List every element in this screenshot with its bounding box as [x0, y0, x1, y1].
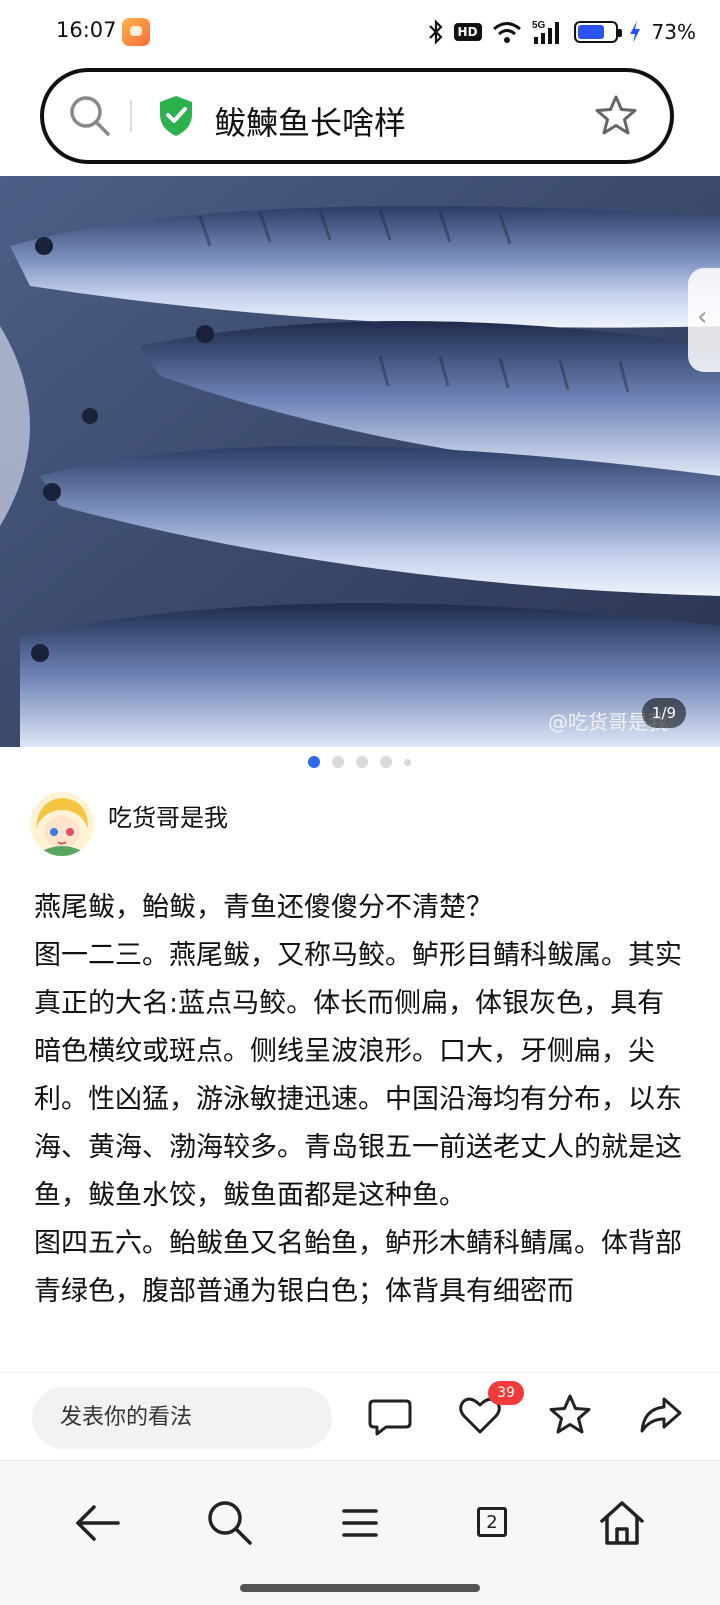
carousel-dot[interactable]: [356, 756, 368, 768]
shield-check-icon: [156, 94, 196, 138]
carousel-dot[interactable]: [404, 758, 411, 766]
hd-icon: HD: [453, 23, 482, 41]
bluetooth-icon: [428, 19, 444, 45]
battery-level: [577, 25, 604, 39]
home-icon[interactable]: [596, 1497, 648, 1549]
carousel-dot[interactable]: [332, 756, 344, 768]
status-time: 16:07: [56, 18, 117, 42]
search-icon[interactable]: [204, 1497, 256, 1549]
side-drawer-handle[interactable]: ‹: [688, 268, 720, 372]
tabs-icon[interactable]: 2: [466, 1497, 518, 1549]
carousel-dots: [308, 756, 411, 768]
home-indicator[interactable]: [240, 1584, 480, 1592]
svg-text:5G: 5G: [532, 20, 546, 31]
back-arrow-icon[interactable]: [72, 1497, 124, 1549]
search-icon[interactable]: [66, 92, 114, 140]
comment-input[interactable]: 发表你的看法: [32, 1387, 332, 1449]
battery-percent: 73%: [651, 20, 696, 44]
search-divider: [130, 100, 132, 132]
article-paragraph: 燕尾鲅，鲐鲅，青鱼还傻傻分不清楚？: [34, 892, 493, 923]
article-body: 燕尾鲅，鲐鲅，青鱼还傻傻分不清楚？ 图一二三。燕尾鲅，又称马鲛。鲈形目鲭科鲅属。…: [34, 884, 684, 1370]
image-page-indicator: 1/9: [642, 698, 686, 728]
share-icon[interactable]: [636, 1391, 684, 1439]
image-carousel[interactable]: ‹ @吃货哥是我 1/9: [0, 176, 720, 747]
wifi-icon: [492, 20, 522, 44]
author-name[interactable]: 吃货哥是我: [108, 798, 228, 833]
app-icon: [122, 18, 150, 46]
status-icons: HD 5G 73%: [428, 16, 696, 48]
star-icon[interactable]: [546, 1391, 594, 1439]
search-query[interactable]: 鲅鰊鱼长啥样: [214, 98, 406, 144]
battery-icon: [573, 21, 622, 43]
like-count-badge: 39: [488, 1381, 524, 1405]
avatar[interactable]: [30, 792, 94, 856]
carousel-dot[interactable]: [380, 756, 392, 768]
star-outline-icon[interactable]: [592, 92, 640, 140]
article-paragraph: 图四五六。鲐鲅鱼又名鲐鱼，鲈形木鲭科鲭属。体背部青绿色，腹部普通为银白色；体背具…: [34, 1228, 682, 1307]
carousel-dot[interactable]: [308, 756, 320, 768]
search-bar[interactable]: 鲅鰊鱼长啥样: [40, 68, 674, 164]
avatar-cartoon-icon: [30, 792, 94, 856]
status-bar: 16:07 HD 5G 73%: [0, 0, 720, 64]
tab-count: 2: [477, 1507, 507, 1537]
charging-icon: [628, 20, 642, 44]
5g-signal-icon: 5G: [532, 19, 564, 45]
fish-photo[interactable]: [0, 176, 720, 747]
comment-icon[interactable]: [366, 1391, 414, 1439]
menu-icon[interactable]: [334, 1497, 386, 1549]
article-paragraph: 图一二三。燕尾鲅，又称马鲛。鲈形目鲭科鲅属。其实真正的大名:蓝点马鲛。体长而侧扁…: [34, 940, 682, 1211]
comment-bar: 发表你的看法 39: [0, 1372, 720, 1460]
